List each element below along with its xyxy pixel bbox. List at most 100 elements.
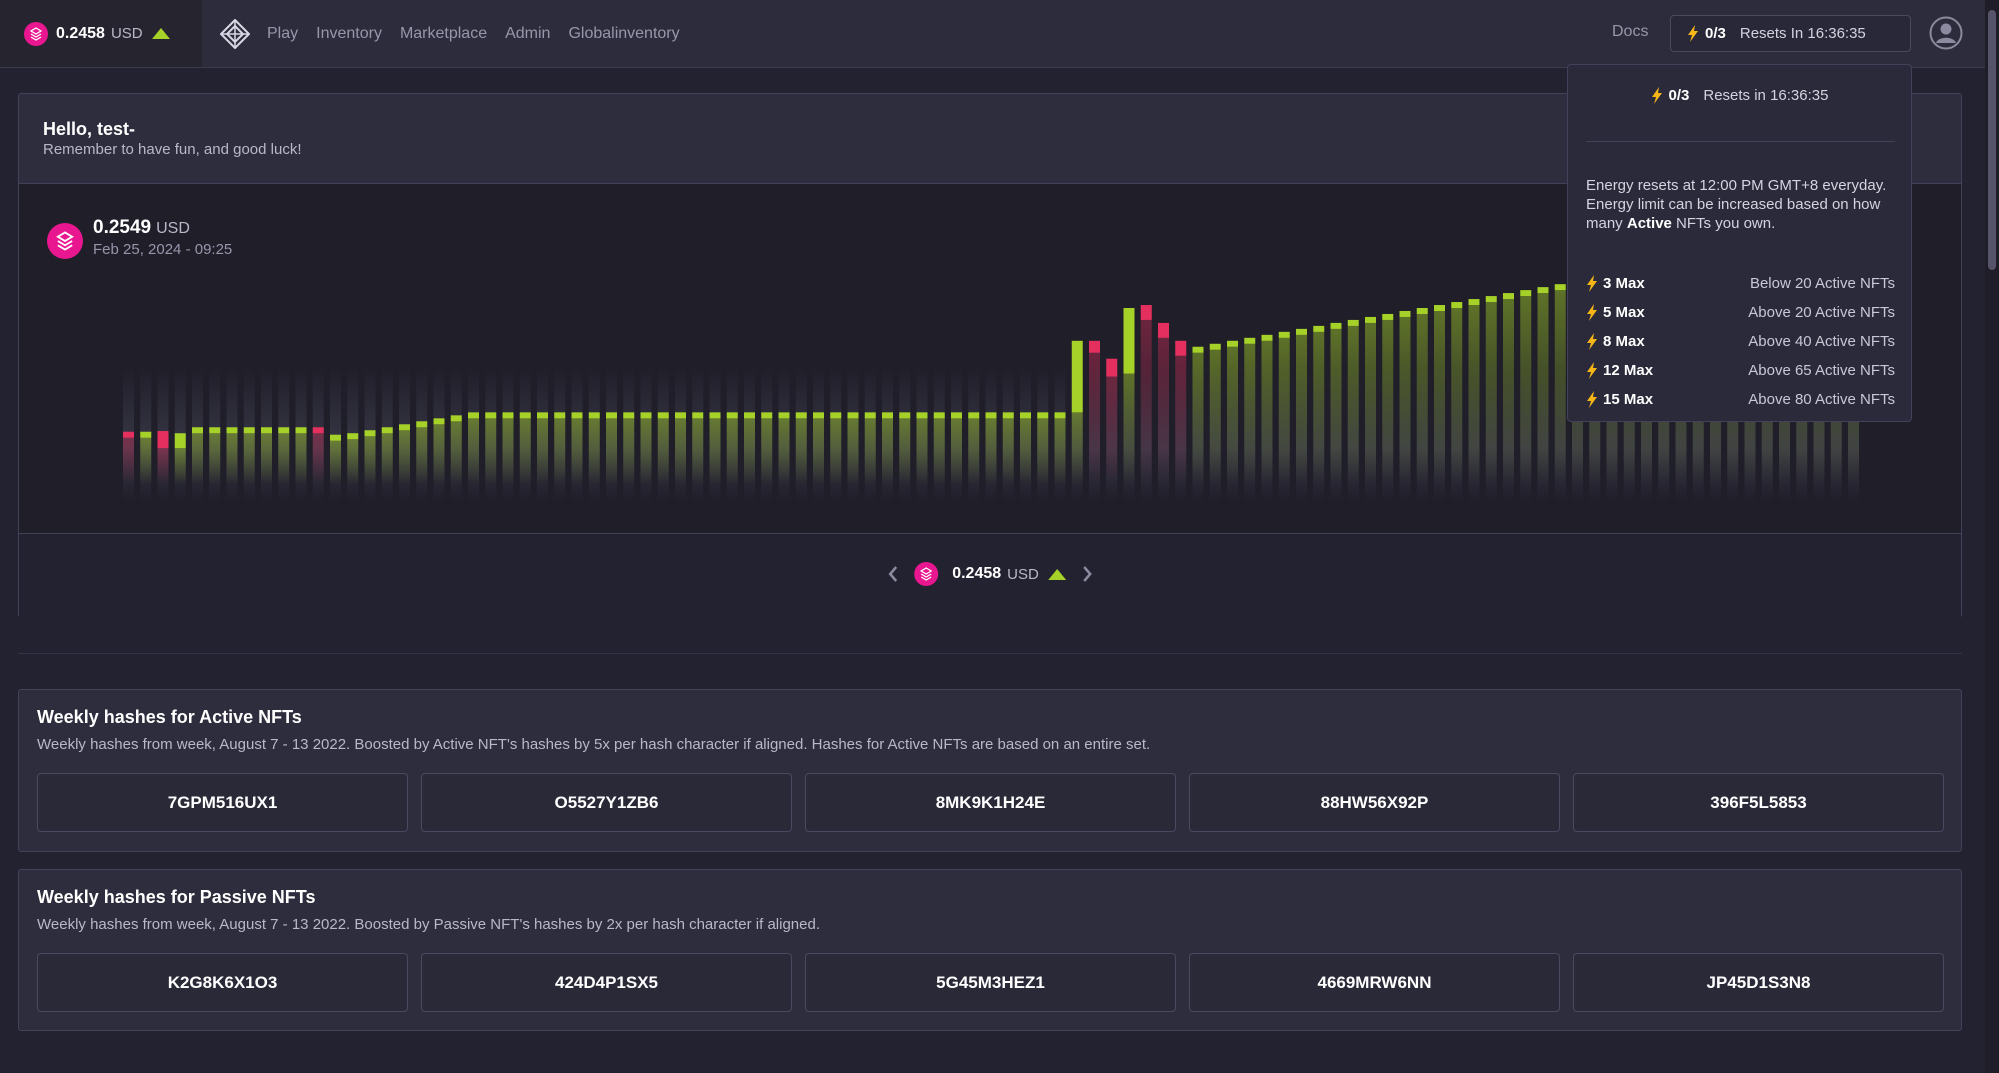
chart-candle-tail bbox=[1278, 337, 1290, 484]
chart-candle-up[interactable] bbox=[1002, 412, 1014, 419]
chart-candle-up[interactable] bbox=[1468, 299, 1480, 306]
chart-candle-up[interactable] bbox=[1244, 337, 1256, 344]
chart-candle-up[interactable] bbox=[485, 412, 497, 419]
chart-candle-up[interactable] bbox=[1382, 313, 1394, 320]
chart-candle-up[interactable] bbox=[1451, 302, 1463, 309]
chart-candle-up[interactable] bbox=[778, 412, 790, 419]
chart-candle-up[interactable] bbox=[571, 412, 583, 419]
chart-candle-up[interactable] bbox=[209, 427, 221, 434]
chart-candle-up[interactable] bbox=[1192, 346, 1204, 353]
chart-candle-up[interactable] bbox=[882, 412, 893, 419]
chart-candle-up[interactable] bbox=[1537, 287, 1549, 294]
chart-candle-up[interactable] bbox=[261, 427, 272, 434]
chart-candle-up[interactable] bbox=[174, 433, 186, 449]
chart-candle-up[interactable] bbox=[813, 412, 824, 419]
chart-candle-up[interactable] bbox=[847, 412, 859, 419]
chart-candle-up[interactable] bbox=[416, 421, 428, 428]
chart-candle-up[interactable] bbox=[985, 412, 997, 419]
chart-candle-up[interactable] bbox=[830, 412, 842, 419]
chart-candle-up[interactable] bbox=[1503, 293, 1514, 300]
chart-candle-down[interactable] bbox=[1175, 340, 1187, 356]
chart-candle-up[interactable] bbox=[1416, 307, 1428, 314]
chart-candle-up[interactable] bbox=[1209, 343, 1221, 350]
nav-play[interactable]: Play bbox=[267, 25, 298, 43]
chart-candle-up[interactable] bbox=[243, 427, 255, 434]
chart-candle-up[interactable] bbox=[433, 418, 445, 425]
nav-marketplace[interactable]: Marketplace bbox=[400, 25, 487, 43]
chart-candle-up[interactable] bbox=[933, 412, 945, 419]
chart-candle-up[interactable] bbox=[1071, 340, 1083, 413]
chart-candle-down[interactable] bbox=[1158, 322, 1169, 338]
chart-candle-up[interactable] bbox=[347, 433, 359, 440]
chart-candle-up[interactable] bbox=[640, 412, 652, 419]
chart-candle-up[interactable] bbox=[675, 412, 686, 419]
chart-candle-up[interactable] bbox=[692, 412, 704, 419]
chart-candle-up[interactable] bbox=[295, 427, 307, 434]
nav-admin[interactable]: Admin bbox=[505, 25, 550, 43]
chart-candle-up[interactable] bbox=[1365, 316, 1376, 323]
nav-inventory[interactable]: Inventory bbox=[316, 25, 382, 43]
chart-candle-up[interactable] bbox=[537, 412, 548, 419]
chart-candle-up[interactable] bbox=[899, 412, 911, 419]
chart-candle-up[interactable] bbox=[657, 412, 669, 419]
chart-candle-tail bbox=[157, 448, 169, 484]
chart-candle-up[interactable] bbox=[1434, 305, 1445, 312]
chart-candle-up[interactable] bbox=[1330, 322, 1342, 329]
chart-candle-up[interactable] bbox=[1037, 412, 1049, 419]
chart-candle-up[interactable] bbox=[519, 412, 531, 419]
chart-candle-up[interactable] bbox=[1554, 284, 1566, 291]
chart-candle-up[interactable] bbox=[1296, 328, 1307, 335]
chart-candle-up[interactable] bbox=[1485, 296, 1497, 303]
chart-candle-up[interactable] bbox=[1227, 340, 1238, 347]
chart-candle-down[interactable] bbox=[157, 431, 169, 449]
chart-candle-up[interactable] bbox=[1123, 308, 1135, 374]
chart-candle-down[interactable] bbox=[1089, 340, 1100, 353]
chart-candle-up[interactable] bbox=[278, 427, 290, 434]
chart-candle-up[interactable] bbox=[1399, 310, 1411, 317]
chevron-left-icon[interactable] bbox=[886, 564, 900, 584]
chart-candle-up[interactable] bbox=[864, 412, 876, 419]
chart-candle-up[interactable] bbox=[709, 412, 721, 419]
chart-candle-up[interactable] bbox=[795, 412, 807, 419]
chart-candle-up[interactable] bbox=[761, 412, 773, 419]
app-logo-icon[interactable] bbox=[220, 19, 250, 49]
chart-candle-down[interactable] bbox=[1106, 358, 1118, 377]
chart-candle-up[interactable] bbox=[623, 412, 635, 419]
chart-candle-up[interactable] bbox=[468, 412, 479, 419]
energy-button[interactable]: 0/3 Resets In 16:36:35 bbox=[1670, 15, 1911, 52]
chart-candle-up[interactable] bbox=[588, 412, 600, 419]
chart-candle-down[interactable] bbox=[123, 431, 134, 438]
chart-candle-up[interactable] bbox=[1020, 412, 1031, 419]
chart-candle-up[interactable] bbox=[968, 412, 980, 419]
chart-candle-up[interactable] bbox=[502, 412, 514, 419]
chart-candle-up[interactable] bbox=[916, 412, 928, 419]
chart-candle-up[interactable] bbox=[606, 412, 617, 419]
user-avatar-icon[interactable] bbox=[1929, 16, 1963, 50]
chart-candle-up[interactable] bbox=[364, 430, 376, 437]
bolt-icon bbox=[1587, 333, 1597, 350]
chart-candle-up[interactable] bbox=[1520, 290, 1532, 297]
chart-candle-down[interactable] bbox=[312, 427, 324, 434]
chevron-right-icon[interactable] bbox=[1080, 564, 1094, 584]
chart-candle-up[interactable] bbox=[554, 412, 566, 419]
chart-candle-up[interactable] bbox=[1261, 334, 1273, 341]
chart-candle-up[interactable] bbox=[192, 427, 203, 434]
chart-candle-up[interactable] bbox=[450, 415, 462, 422]
chart-candle-up[interactable] bbox=[1278, 331, 1290, 338]
page-scrollbar[interactable] bbox=[1985, 0, 1999, 1073]
chart-candle-up[interactable] bbox=[744, 412, 755, 419]
chart-candle-up[interactable] bbox=[140, 431, 152, 438]
chart-candle-down[interactable] bbox=[1140, 305, 1152, 320]
nav-globalinventory[interactable]: Globalinventory bbox=[568, 25, 679, 43]
chart-candle-up[interactable] bbox=[951, 412, 962, 419]
docs-link[interactable]: Docs bbox=[1612, 23, 1648, 41]
chart-candle-up[interactable] bbox=[1054, 412, 1066, 419]
scrollbar-thumb[interactable] bbox=[1988, 10, 1996, 270]
chart-candle-up[interactable] bbox=[1313, 325, 1325, 332]
chart-candle-up[interactable] bbox=[726, 412, 738, 419]
chart-candle-up[interactable] bbox=[381, 427, 393, 434]
chart-candle-up[interactable] bbox=[1347, 319, 1359, 326]
chart-candle-up[interactable] bbox=[399, 424, 410, 431]
chart-candle-up[interactable] bbox=[226, 427, 238, 434]
chart-candle-up[interactable] bbox=[330, 434, 341, 441]
